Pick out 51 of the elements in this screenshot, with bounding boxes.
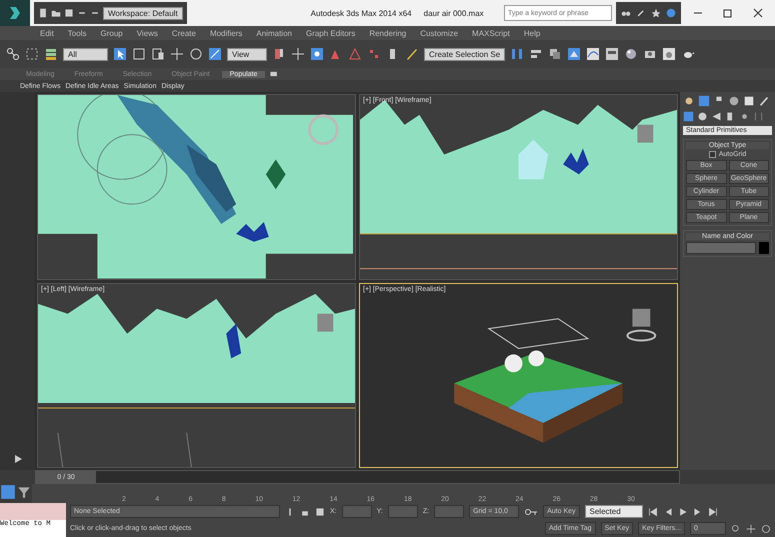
close-icon[interactable] xyxy=(753,8,763,18)
menu-item[interactable]: Rendering xyxy=(369,28,406,38)
layers-icon[interactable] xyxy=(548,47,562,61)
go-to-end-icon[interactable] xyxy=(708,506,718,516)
window-select-icon[interactable] xyxy=(151,47,165,61)
curve-editor-icon[interactable] xyxy=(586,47,600,61)
menu-item[interactable]: Group xyxy=(100,28,123,38)
file-name: daur air 000.max xyxy=(424,8,484,18)
restore-icon[interactable] xyxy=(723,8,733,18)
x-coordinate-field[interactable] xyxy=(342,505,372,518)
new-file-icon[interactable] xyxy=(38,8,48,18)
menu-item[interactable]: Help xyxy=(524,28,540,38)
help-icon[interactable] xyxy=(666,8,676,18)
open-folder-icon[interactable] xyxy=(51,8,61,18)
key-mode-dropdown[interactable]: Selected xyxy=(584,505,643,518)
menu-item[interactable]: Graph Editors xyxy=(306,28,356,38)
z-coordinate-field[interactable] xyxy=(434,505,464,518)
menu-item[interactable]: Customize xyxy=(420,28,458,38)
name-field[interactable] xyxy=(686,242,756,254)
named-selection-dropdown[interactable]: Create Selection Se xyxy=(424,48,506,60)
play-arrow-icon[interactable] xyxy=(12,454,22,464)
lights-icon[interactable] xyxy=(711,111,722,122)
material-editor-icon[interactable] xyxy=(624,47,638,61)
stack-icon[interactable] xyxy=(44,47,58,61)
application-button[interactable] xyxy=(0,0,30,26)
go-to-start-icon[interactable] xyxy=(648,506,658,516)
angle-snap-icon[interactable] xyxy=(348,47,362,61)
menu-item[interactable]: Tools xyxy=(68,28,86,38)
menu-item[interactable]: MAXScript xyxy=(472,28,510,38)
save-icon[interactable] xyxy=(64,8,74,18)
sphere-icon[interactable] xyxy=(683,95,695,107)
menu-item[interactable]: Modifiers xyxy=(210,28,242,38)
target-icon[interactable] xyxy=(310,47,324,61)
region-select-icon[interactable] xyxy=(132,47,146,61)
menu-item[interactable]: Views xyxy=(136,28,158,38)
link-icon[interactable] xyxy=(6,47,20,61)
y-coordinate-field[interactable] xyxy=(388,505,418,518)
menu-item[interactable]: Edit xyxy=(40,28,54,38)
play-icon[interactable] xyxy=(678,506,688,516)
color-swatch[interactable] xyxy=(759,242,769,254)
menu-item[interactable]: Animation xyxy=(256,28,292,38)
workspace-dropdown[interactable]: Workspace: Default xyxy=(103,6,183,20)
window-title: Autodesk 3ds Max 2014 x64 xyxy=(310,8,412,18)
pencil-icon[interactable] xyxy=(405,47,419,61)
star-icon[interactable] xyxy=(651,8,661,18)
reference-coordinate-dropdown[interactable]: View xyxy=(227,48,267,60)
crosshair-icon[interactable] xyxy=(291,47,305,61)
menu-item[interactable]: Create xyxy=(172,28,196,38)
cursor-icon[interactable] xyxy=(113,47,127,61)
selection-filter-dropdown[interactable]: All xyxy=(63,48,108,60)
logo-icon xyxy=(7,5,23,21)
